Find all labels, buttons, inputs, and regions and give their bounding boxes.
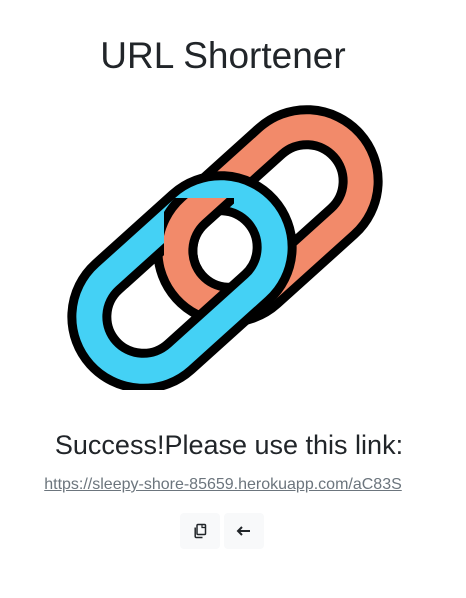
page-title: URL Shortener xyxy=(100,35,346,76)
copy-button[interactable] xyxy=(180,513,220,549)
action-buttons xyxy=(180,513,264,549)
copy-icon xyxy=(192,523,208,539)
arrow-left-icon xyxy=(236,523,252,539)
success-message: Success!Please use this link: xyxy=(54,430,404,460)
short-url-link[interactable]: https://sleepy-shore-85659.herokuapp.com… xyxy=(0,474,446,496)
back-button[interactable] xyxy=(224,513,264,549)
chain-link-icon xyxy=(60,78,390,390)
